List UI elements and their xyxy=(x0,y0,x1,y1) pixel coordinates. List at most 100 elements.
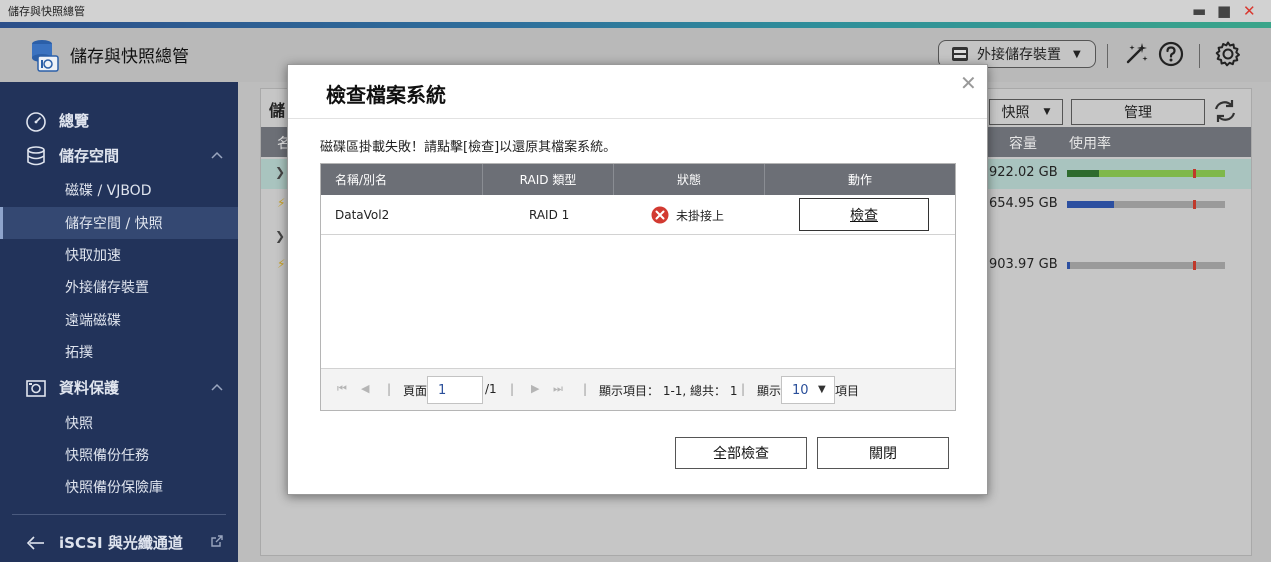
usage-bar xyxy=(1067,169,1225,178)
external-storage-label: 外接儲存裝置 xyxy=(977,47,1061,63)
sidebar-item-label: 儲存空間 / 快照 xyxy=(65,216,163,232)
sidebar-item-iscsi[interactable]: iSCSI 與光纖通道 xyxy=(0,526,238,558)
external-link-icon[interactable] xyxy=(210,534,224,548)
table-row[interactable]: DataVol2 RAID 1 未掛接上 檢查 xyxy=(321,195,955,235)
sidebar: 總覽 儲存空間 磁碟 / VJBOD 儲存空間 / 快照 快取加速 外接儲存裝置… xyxy=(0,82,238,562)
status-text: 未掛接上 xyxy=(676,208,725,223)
storage-logo-icon xyxy=(32,40,59,72)
chevron-down-icon: ▼ xyxy=(1043,107,1051,117)
sidebar-item-data-protection[interactable]: 資料保護 xyxy=(0,371,238,403)
snapshot-label: 快照 xyxy=(1001,105,1030,121)
panel-heading: 儲 xyxy=(269,101,286,120)
sidebar-item-storage-snapshots[interactable]: 儲存空間 / 快照 xyxy=(0,207,238,239)
sidebar-item-label: 快照 xyxy=(65,416,93,432)
usage-bar-fill xyxy=(1067,262,1071,269)
check-all-button[interactable]: 全部檢查 xyxy=(675,437,807,469)
volume-name: DataVol2 xyxy=(335,208,390,222)
column-header-name: 名稱/別名 xyxy=(321,164,483,195)
manage-label: 管理 xyxy=(1124,105,1152,121)
chevron-up-icon[interactable] xyxy=(210,380,224,394)
close-button[interactable]: 關閉 xyxy=(817,437,949,469)
chevron-down-icon[interactable]: ❯ xyxy=(275,165,285,179)
sidebar-item-label: 總覽 xyxy=(59,111,90,130)
usage-bar xyxy=(1067,200,1225,209)
volume-capacity: 922.02 GB xyxy=(989,165,1058,180)
sidebar-item-label: 儲存空間 xyxy=(59,146,120,165)
per-page-value: 10 xyxy=(792,382,809,398)
sidebar-item-remote-disk[interactable]: 遠端磁碟 xyxy=(0,304,238,336)
database-icon xyxy=(27,146,45,166)
magic-wand-icon[interactable] xyxy=(1122,40,1150,68)
sidebar-item-snapshot-backup-jobs[interactable]: 快照備份任務 xyxy=(0,439,238,471)
usage-bar-fill xyxy=(1067,170,1099,177)
sidebar-item-label: 磁碟 / VJBOD xyxy=(65,183,152,199)
minimize-icon[interactable]: ▬ xyxy=(1192,1,1206,21)
snapshot-dropdown[interactable]: 快照 ▼ xyxy=(989,99,1063,125)
error-icon xyxy=(651,206,669,224)
next-page-icon[interactable]: ▶ xyxy=(531,382,539,395)
volume-capacity: 903.97 GB xyxy=(989,257,1058,272)
grid-header: 名稱/別名 RAID 類型 狀態 動作 xyxy=(321,164,955,195)
sidebar-item-label: 資料保護 xyxy=(59,378,120,397)
chevron-down-icon: ▼ xyxy=(1073,48,1081,60)
usage-bar xyxy=(1067,261,1225,270)
display-items-text: 顯示項目： 1-1, 總共： 1 xyxy=(599,384,738,398)
sidebar-item-snapshot-vault[interactable]: 快照備份保險庫 xyxy=(0,471,238,503)
sidebar-item-label: 快取加速 xyxy=(65,248,121,264)
sidebar-item-snapshot[interactable]: 快照 xyxy=(0,407,238,439)
column-header-status: 狀態 xyxy=(614,164,765,195)
sidebar-item-cache[interactable]: 快取加速 xyxy=(0,239,238,271)
column-header-usage: 使用率 xyxy=(1069,136,1111,152)
camera-icon xyxy=(26,380,46,397)
window-title: 儲存與快照總管 xyxy=(8,5,85,18)
iscsi-arrows-icon xyxy=(26,536,44,550)
speedometer-icon xyxy=(26,112,46,132)
check-filesystem-dialog: 檢查檔案系統 ✕ 磁碟區掛載失敗！請點擊[檢查]以還原其檔案系統。 名稱/別名 … xyxy=(287,64,988,495)
page-total: /1 xyxy=(485,382,497,396)
sidebar-item-label: 拓撲 xyxy=(65,345,93,361)
sidebar-item-external-storage[interactable]: 外接儲存裝置 xyxy=(0,271,238,303)
page-number-input[interactable] xyxy=(427,376,483,404)
refresh-icon[interactable] xyxy=(1211,97,1239,125)
raid-icon xyxy=(952,47,968,61)
dialog-message: 磁碟區掛載失敗！請點擊[檢查]以還原其檔案系統。 xyxy=(320,140,617,155)
sidebar-item-label: 外接儲存裝置 xyxy=(65,280,149,296)
chevron-down-icon: ▼ xyxy=(818,384,826,395)
column-header-capacity: 容量 xyxy=(1009,136,1037,152)
sidebar-item-topology[interactable]: 拓撲 xyxy=(0,336,238,368)
sidebar-item-storage[interactable]: 儲存空間 xyxy=(0,139,238,171)
manage-button[interactable]: 管理 xyxy=(1071,99,1205,125)
check-button[interactable]: 檢查 xyxy=(799,198,929,231)
sidebar-item-disks[interactable]: 磁碟 / VJBOD xyxy=(0,174,238,206)
settings-gear-icon[interactable] xyxy=(1214,40,1242,68)
raid-type: RAID 1 xyxy=(529,208,570,222)
last-page-icon[interactable]: ⏭ xyxy=(553,382,563,396)
items-label: 項目 xyxy=(835,384,860,398)
first-page-icon[interactable]: ⏮ xyxy=(337,382,347,396)
warning-bolt-icon: ⚡ xyxy=(277,257,286,271)
sidebar-item-label: 快照備份保險庫 xyxy=(65,480,163,496)
page-label: 頁面 xyxy=(403,384,428,398)
column-header-action: 動作 xyxy=(847,173,872,187)
sidebar-item-label: iSCSI 與光纖通道 xyxy=(59,533,183,552)
per-page-select[interactable]: 10 ▼ xyxy=(781,376,835,404)
pagination-bar: ⏮ ◀ | 頁面 /1 | ▶ ⏭ | 顯示項目： 1-1, 總共： 1 | 顯… xyxy=(321,368,955,410)
window-titlebar: 儲存與快照總管 ▬ ■ ✕ xyxy=(0,0,1271,22)
prev-page-icon[interactable]: ◀ xyxy=(361,382,369,395)
warning-bolt-icon: ⚡ xyxy=(277,196,286,210)
maximize-icon[interactable]: ■ xyxy=(1217,1,1231,21)
close-window-icon[interactable]: ✕ xyxy=(1243,1,1256,21)
app-title: 儲存與快照總管 xyxy=(70,47,189,67)
usage-bar-fill xyxy=(1067,201,1115,208)
column-header-raid: RAID 類型 xyxy=(483,164,614,195)
volume-status: 未掛接上 xyxy=(651,195,724,235)
sidebar-item-overview[interactable]: 總覽 xyxy=(0,104,238,136)
sidebar-item-label: 遠端磁碟 xyxy=(65,313,121,329)
chevron-up-icon[interactable] xyxy=(210,148,224,162)
help-icon[interactable] xyxy=(1157,40,1185,68)
volume-capacity: 654.95 GB xyxy=(989,196,1058,211)
sidebar-item-label: 快照備份任務 xyxy=(65,448,149,464)
dialog-title: 檢查檔案系統 xyxy=(326,83,446,107)
chevron-down-icon[interactable]: ❯ xyxy=(275,229,285,243)
close-icon[interactable]: ✕ xyxy=(960,71,977,95)
